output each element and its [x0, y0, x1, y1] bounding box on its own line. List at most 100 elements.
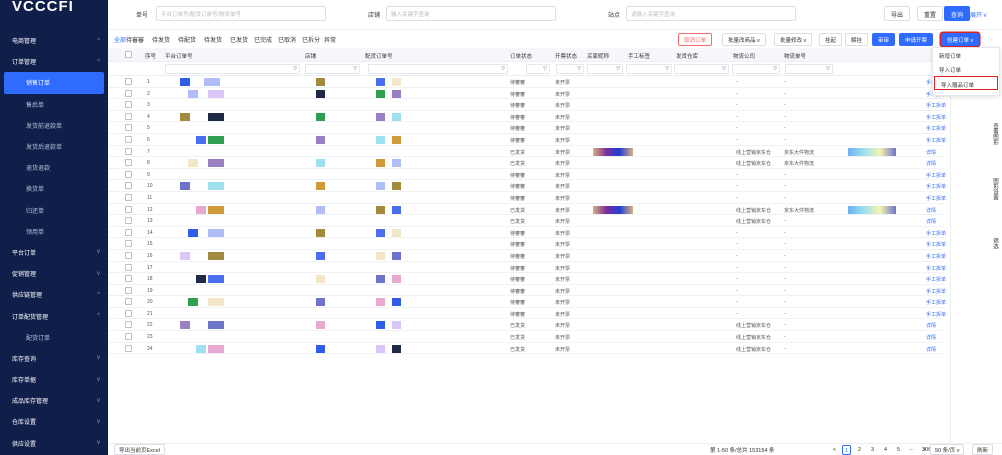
- column-header[interactable]: 手工标签: [628, 52, 650, 60]
- row-action-link[interactable]: 手工拆单: [926, 137, 946, 144]
- batch-edit-goods-button[interactable]: 批量改商品 v: [722, 33, 766, 46]
- table-row[interactable]: 21 待審審 未开票 - - 手工拆单: [108, 308, 946, 320]
- sidebar-item[interactable]: 成品库存管理 v: [0, 390, 108, 411]
- table-row[interactable]: 7 已发货 未开票 线上营销京东仓 京东大件物流 详情: [108, 146, 944, 158]
- sidebar-item[interactable]: 归还单: [0, 200, 108, 221]
- row-checkbox[interactable]: [125, 275, 132, 283]
- row-action-link[interactable]: 手工拆单: [926, 241, 946, 248]
- row-action-link[interactable]: 详情: [926, 160, 936, 167]
- row-action-link[interactable]: 手工拆单: [926, 195, 946, 202]
- row-checkbox[interactable]: [125, 78, 132, 85]
- row-checkbox[interactable]: [125, 217, 132, 225]
- expand-filters-link[interactable]: 展开 v: [970, 10, 987, 19]
- filter-icon[interactable]: ▽: [577, 66, 581, 72]
- table-row[interactable]: 18 待審審 未开票 - - 手工拆单: [108, 273, 946, 285]
- row-action-link[interactable]: 手工拆单: [926, 172, 946, 179]
- tab-item[interactable]: 全部: [114, 35, 126, 44]
- store-select[interactable]: 输入关键字查询: [386, 6, 556, 21]
- tab-item[interactable]: 待发货: [152, 35, 170, 44]
- table-row[interactable]: 23 已发货 未开票 线上营销京东仓 - 详情: [108, 331, 944, 343]
- column-header[interactable]: 物流单号: [784, 52, 806, 60]
- apply-invoice-button[interactable]: 申请开票: [899, 33, 934, 46]
- row-checkbox[interactable]: [125, 89, 132, 97]
- column-filter-input[interactable]: ▽: [556, 64, 584, 74]
- page-number[interactable]: 4: [881, 445, 890, 455]
- unhold-button[interactable]: 解挂: [845, 33, 869, 46]
- row-action-link[interactable]: 详情: [926, 322, 936, 329]
- row-checkbox[interactable]: [125, 101, 132, 109]
- refresh-button[interactable]: 刷新: [972, 444, 994, 455]
- next-page-button[interactable]: >: [920, 445, 929, 455]
- column-header[interactable]: 开票状态: [555, 52, 577, 60]
- hold-button[interactable]: 挂起: [819, 33, 843, 46]
- tab-item[interactable]: 已拆分: [302, 35, 320, 44]
- search-button[interactable]: 查询: [944, 6, 971, 21]
- sidebar-item[interactable]: 订单管理 ^: [0, 51, 108, 72]
- tab-item[interactable]: 已发货: [230, 35, 248, 44]
- tab-item[interactable]: 待发货: [204, 35, 222, 44]
- column-header[interactable]: 物流公司: [733, 52, 755, 60]
- table-row[interactable]: 6 待審審 未开票 - - 手工拆单: [108, 134, 946, 146]
- table-row[interactable]: 13 已发货 未开票 线上营销京东仓 - 详情: [108, 215, 944, 227]
- row-checkbox[interactable]: [125, 251, 132, 259]
- page-number[interactable]: 5: [894, 445, 903, 455]
- sidebar-item[interactable]: 供应设置 v: [0, 433, 108, 454]
- filter-icon[interactable]: ▽: [501, 66, 505, 72]
- filter-icon[interactable]: ▽: [616, 66, 620, 72]
- row-checkbox[interactable]: [125, 205, 132, 213]
- sidebar-item[interactable]: 平台订单 v: [0, 242, 108, 263]
- column-header[interactable]: 店铺: [305, 52, 316, 60]
- page-size-select[interactable]: 50 条/页 v: [930, 444, 965, 455]
- sidebar-item[interactable]: 供应链管理 ^: [0, 284, 108, 305]
- table-row[interactable]: 19 待審審 未开票 - - 手工拆单: [108, 285, 946, 297]
- row-action-link[interactable]: 详情: [926, 334, 936, 341]
- sidebar-item[interactable]: 换货单: [0, 178, 108, 199]
- table-row[interactable]: 5 待審審 未开票 - - 手工拆单: [108, 122, 946, 134]
- row-action-link[interactable]: 手工拆单: [926, 253, 946, 260]
- column-header[interactable]: 序号: [145, 52, 156, 60]
- table-row[interactable]: 10 待審審 未开票 - - 手工拆单: [108, 180, 946, 192]
- page-number[interactable]: ···: [907, 445, 917, 455]
- sidebar-item[interactable]: 配货订单: [0, 327, 108, 348]
- batch-edit-button[interactable]: 批量修改 v: [774, 33, 813, 46]
- column-filter-input[interactable]: ▽: [368, 64, 508, 74]
- table-row[interactable]: 4 待審審 未开票 - - 手工拆单: [108, 111, 946, 123]
- column-filter-input[interactable]: ▽: [626, 64, 672, 74]
- column-filter-input[interactable]: ▽: [305, 64, 360, 74]
- sidebar-item[interactable]: 库存单据 v: [0, 369, 108, 390]
- table-row[interactable]: 1待審審未开票--手工拆单: [108, 76, 946, 88]
- column-header[interactable]: 配货订单号: [365, 52, 393, 60]
- row-action-link[interactable]: 详情: [926, 346, 936, 353]
- sidebar-item[interactable]: 库存查询 v: [0, 348, 108, 369]
- row-checkbox[interactable]: [125, 263, 132, 271]
- column-header[interactable]: 发货仓库: [676, 52, 698, 60]
- row-checkbox[interactable]: [125, 182, 132, 190]
- select-all-checkbox[interactable]: [125, 51, 132, 58]
- row-checkbox[interactable]: [125, 240, 132, 248]
- row-action-link[interactable]: 手工拆单: [926, 265, 946, 272]
- table-row[interactable]: 20 待審審 未开票 - - 手工拆单: [108, 296, 946, 308]
- row-checkbox[interactable]: [125, 193, 132, 201]
- sidebar-item[interactable]: 领用单: [0, 221, 108, 242]
- row-checkbox[interactable]: [125, 344, 132, 352]
- row-action-link[interactable]: 手工拆单: [926, 125, 946, 132]
- row-action-link[interactable]: 手工拆单: [926, 276, 946, 283]
- table-row[interactable]: 14 待審審 未开票 - - 手工拆单: [108, 227, 946, 239]
- page-number[interactable]: 2: [855, 445, 864, 455]
- row-action-link[interactable]: 手工拆单: [926, 114, 946, 121]
- column-header[interactable]: 买家昵称: [587, 52, 609, 60]
- row-action-link[interactable]: 手工拆单: [926, 102, 946, 109]
- table-row[interactable]: 15 待審審 未开票 - - 手工拆单: [108, 238, 946, 250]
- toolbar-vertical-button[interactable]: 筛选: [991, 238, 999, 249]
- column-filter-input[interactable]: ▽: [732, 64, 780, 74]
- export-button[interactable]: 导出: [884, 6, 911, 21]
- table-row[interactable]: 3 待審審 未开票 - - 手工拆单: [108, 99, 946, 111]
- row-checkbox[interactable]: [125, 321, 132, 329]
- sidebar-item[interactable]: 销售订单: [4, 72, 104, 94]
- table-row[interactable]: 9 待審審 未开票 - - 手工拆单: [108, 169, 946, 181]
- filter-icon[interactable]: ▽: [665, 66, 669, 72]
- row-action-link[interactable]: 详情: [926, 149, 936, 156]
- column-header[interactable]: 订单状态: [510, 52, 532, 60]
- table-row[interactable]: 17 待審審 未开票 - - 手工拆单: [108, 262, 946, 274]
- column-filter-input[interactable]: ▽: [587, 64, 623, 74]
